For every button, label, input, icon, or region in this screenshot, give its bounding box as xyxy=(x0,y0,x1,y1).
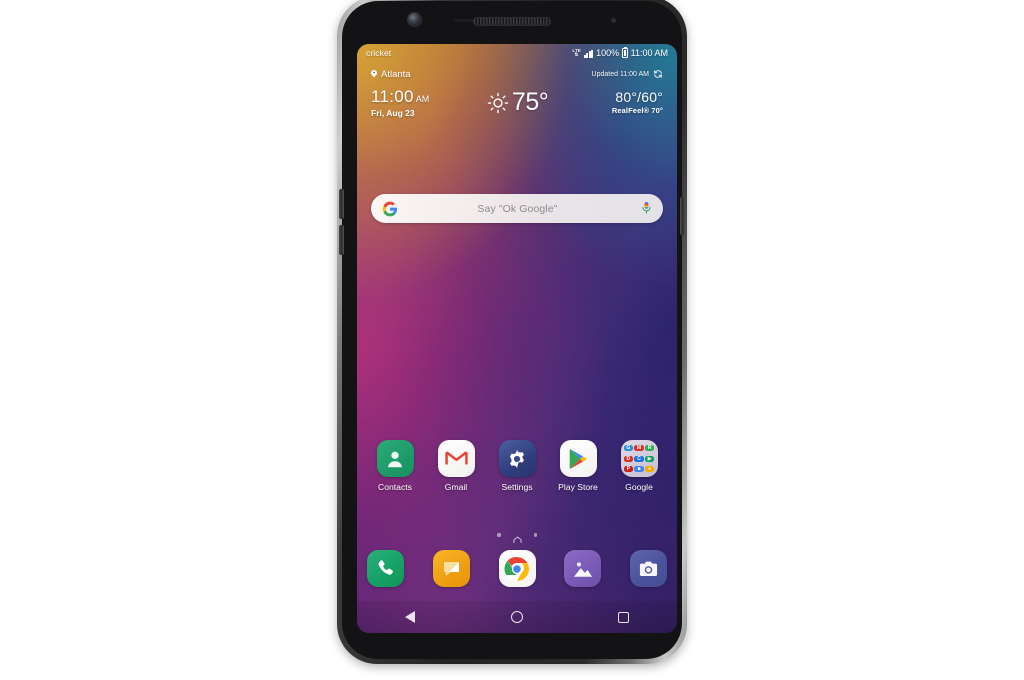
realfeel-label: RealFeel® 70° xyxy=(611,106,663,116)
temperature-range-block: 80°/60° RealFeel® 70° xyxy=(612,89,663,116)
chrome-icon[interactable] xyxy=(498,550,536,587)
power-button[interactable] xyxy=(680,197,685,235)
nav-back-button[interactable] xyxy=(389,601,431,633)
app-label: Google xyxy=(625,482,653,492)
settings-icon[interactable] xyxy=(498,440,536,477)
dock xyxy=(367,550,667,587)
app-settings[interactable]: Settings xyxy=(489,440,545,492)
refresh-icon[interactable] xyxy=(653,69,663,79)
weather-main-row: 11:00 AM Fri, Aug 23 75° 80°/60° RealFee… xyxy=(371,88,663,118)
phone-screen: cricket LTE ⇅ 100% 11:00 AM Atlanta Upda… xyxy=(357,44,677,633)
lte-icon: LTE ⇅ xyxy=(572,48,581,58)
weather-top-row: Atlanta Updated 11:00 AM xyxy=(371,66,663,82)
proximity-sensor-icon xyxy=(611,18,616,23)
back-icon xyxy=(405,611,416,623)
signal-strength-icon xyxy=(583,49,594,58)
app-grid: Contacts Gmail Settings Play Store G M R… xyxy=(367,440,667,492)
battery-icon xyxy=(622,47,628,58)
page-indicator xyxy=(357,531,677,543)
clock-date: Fri, Aug 23 xyxy=(371,108,415,118)
current-temperature: 75° xyxy=(511,88,549,117)
play-store-icon[interactable] xyxy=(559,440,597,477)
folder-mini-icon: M xyxy=(634,444,644,451)
app-label: Gmail xyxy=(444,482,468,492)
weather-location[interactable]: Atlanta xyxy=(371,69,411,80)
front-camera-icon xyxy=(408,13,421,26)
nav-home-button[interactable] xyxy=(496,601,538,633)
folder-mini-icon: C xyxy=(634,455,644,462)
folder-mini-icon: ▶ xyxy=(645,455,655,462)
google-folder-icon[interactable]: G M R D C ▶ P ■ ● xyxy=(620,440,658,477)
weather-updated: Updated 11:00 AM xyxy=(592,69,663,79)
phone-icon[interactable] xyxy=(367,550,404,587)
page-dot[interactable] xyxy=(497,533,501,537)
gmail-icon[interactable] xyxy=(437,440,475,477)
folder-mini-icon: ■ xyxy=(634,466,644,473)
battery-percent-label: 100% xyxy=(596,48,620,58)
lte-arrows-icon: ⇅ xyxy=(574,51,579,57)
weather-location-label: Atlanta xyxy=(381,68,411,80)
high-low-temperature: 80°/60° xyxy=(615,89,663,106)
search-placeholder: Say "Ok Google" xyxy=(477,202,558,215)
phone-bezel: cricket LTE ⇅ 100% 11:00 AM Atlanta Upda… xyxy=(339,1,685,659)
app-gmail[interactable]: Gmail xyxy=(428,440,484,492)
page-dot[interactable] xyxy=(533,533,537,537)
app-contacts[interactable]: Contacts xyxy=(367,440,423,492)
volume-down-button[interactable] xyxy=(339,225,344,255)
folder-mini-icon: ● xyxy=(645,466,655,473)
app-play-store[interactable]: Play Store xyxy=(550,440,606,492)
messages-icon[interactable] xyxy=(432,550,470,587)
weather-updated-label: Updated 11:00 AM xyxy=(591,70,649,78)
folder-mini-icon: P xyxy=(623,466,633,473)
contacts-icon[interactable] xyxy=(376,440,414,477)
folder-mini-icon: R xyxy=(645,444,655,451)
recents-icon xyxy=(618,611,630,623)
volume-up-button[interactable] xyxy=(339,189,344,219)
mic-icon[interactable] xyxy=(641,201,652,216)
folder-mini-icon: G xyxy=(623,444,633,451)
status-bar-clock: 11:00 AM xyxy=(630,48,668,58)
status-icons: LTE ⇅ 100% 11:00 AM xyxy=(572,47,668,58)
app-google-folder[interactable]: G M R D C ▶ P ■ ● Google xyxy=(611,440,667,492)
app-label: Settings xyxy=(501,482,533,492)
navigation-bar xyxy=(357,601,677,633)
clock-ampm: AM xyxy=(415,94,430,104)
status-bar[interactable]: cricket LTE ⇅ 100% 11:00 AM xyxy=(357,44,677,62)
home-icon xyxy=(510,611,523,623)
phone-device: cricket LTE ⇅ 100% 11:00 AM Atlanta Upda… xyxy=(337,0,687,664)
weather-widget[interactable]: Atlanta Updated 11:00 AM 11:00 AM Fri, A… xyxy=(357,66,677,118)
earpiece-speaker xyxy=(473,17,551,26)
home-page-icon[interactable] xyxy=(512,531,522,543)
folder-mini-icon: D xyxy=(623,455,633,462)
nav-recents-button[interactable] xyxy=(603,601,645,633)
clock-time-value: 11:00 xyxy=(371,87,414,106)
clock-block[interactable]: 11:00 AM Fri, Aug 23 xyxy=(371,88,429,118)
google-g-icon[interactable] xyxy=(382,201,398,217)
google-search-bar[interactable]: Say "Ok Google" xyxy=(371,194,663,223)
carrier-label: cricket xyxy=(366,48,392,58)
camera-icon[interactable] xyxy=(630,550,667,587)
app-label: Contacts xyxy=(378,482,412,492)
location-pin-icon xyxy=(371,70,377,79)
gallery-icon[interactable] xyxy=(564,550,602,587)
wallpaper-sheen xyxy=(357,44,677,633)
sun-icon xyxy=(487,92,509,113)
temperature-block: 75° xyxy=(487,88,549,117)
clock-time: 11:00 AM xyxy=(371,88,429,105)
app-label: Play Store xyxy=(558,482,598,492)
